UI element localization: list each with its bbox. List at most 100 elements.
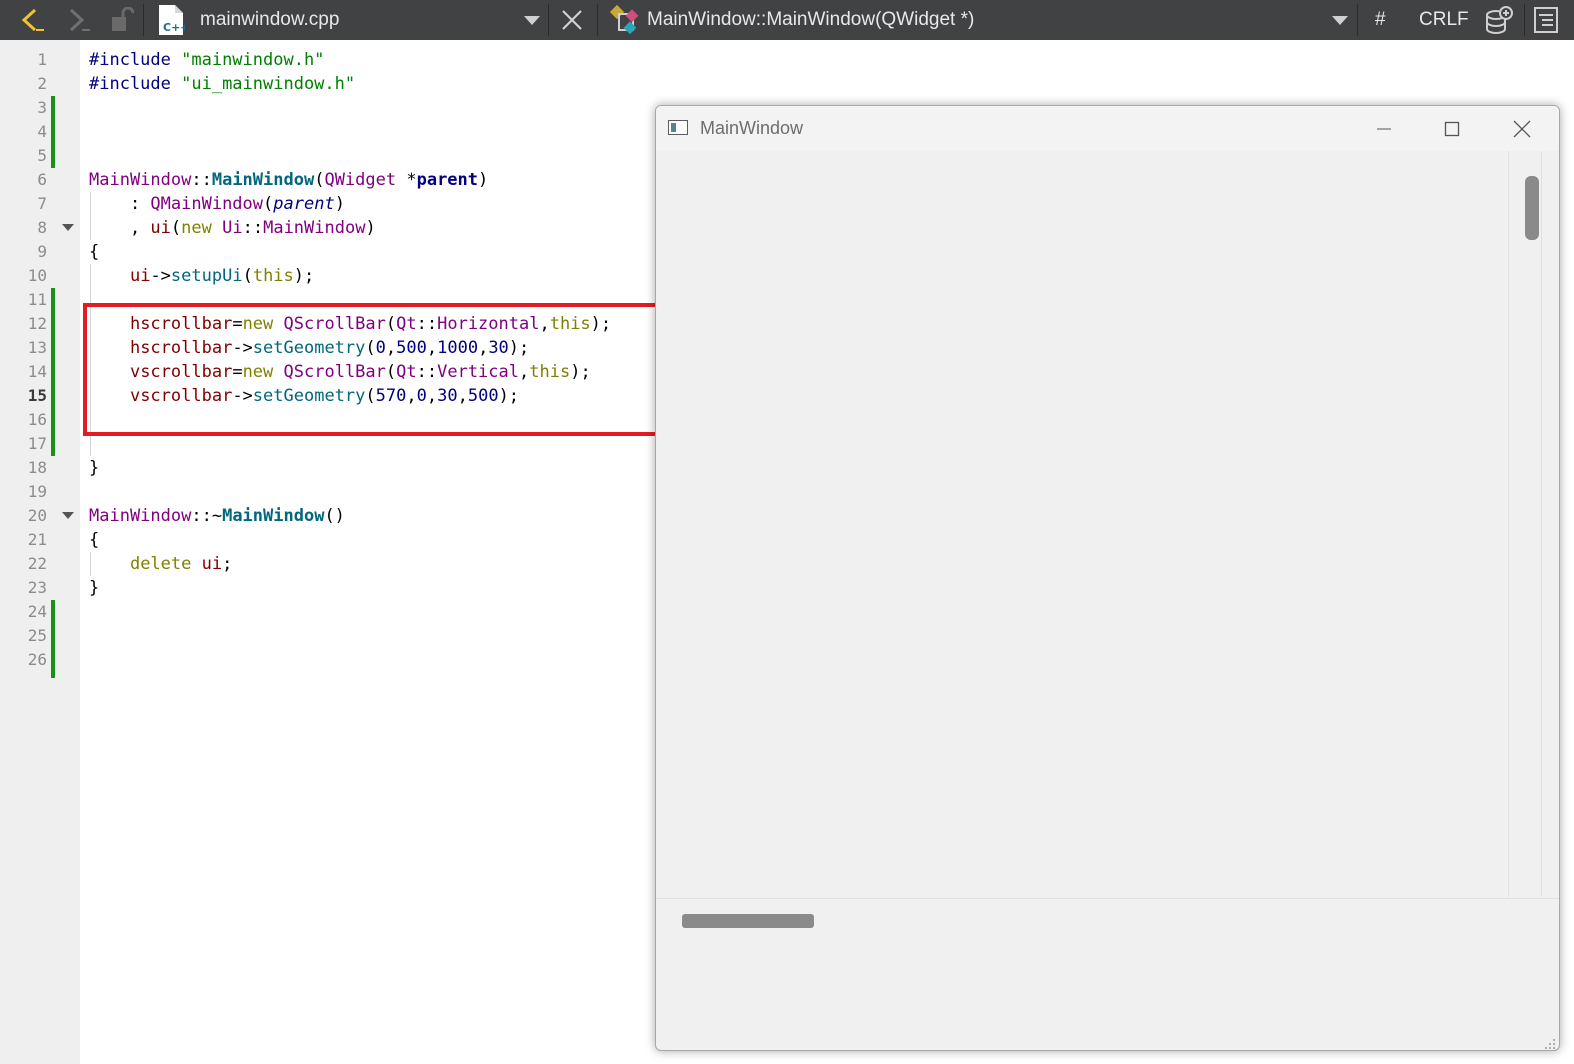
code-token: ; bbox=[222, 554, 233, 574]
code-line[interactable]: : QMainWindow(parent) bbox=[89, 192, 345, 216]
line-number: 10 bbox=[27, 266, 47, 285]
code-token: "mainwindow.h" bbox=[181, 50, 325, 70]
cpp-file-icon: C++ bbox=[156, 0, 186, 40]
horizontal-scrollbar-track[interactable] bbox=[656, 898, 1559, 899]
minimize-icon bbox=[1377, 127, 1391, 130]
line-number: 17 bbox=[27, 434, 47, 453]
code-token: parent bbox=[273, 194, 335, 214]
maximize-icon bbox=[1444, 121, 1460, 136]
horizontal-scrollbar-thumb[interactable] bbox=[682, 914, 814, 928]
code-token: ui bbox=[201, 554, 223, 574]
code-token: ( bbox=[242, 266, 253, 286]
code-token: ::~ bbox=[191, 506, 223, 526]
line-number: 23 bbox=[27, 578, 47, 597]
line-number: 26 bbox=[27, 650, 47, 669]
current-line-number: 15 bbox=[27, 386, 47, 405]
symbol-dropdown-arrow[interactable] bbox=[1330, 0, 1350, 40]
close-button[interactable] bbox=[1488, 106, 1556, 151]
code-token: QMainWindow bbox=[150, 194, 264, 214]
code-token: } bbox=[89, 458, 100, 478]
line-number: 9 bbox=[37, 242, 47, 261]
line-number: 3 bbox=[37, 98, 47, 117]
symbol-icon bbox=[608, 0, 642, 40]
line-number: 1 bbox=[37, 50, 47, 69]
main-window-preview: MainWindow bbox=[655, 105, 1560, 1051]
code-token: #include bbox=[89, 74, 182, 94]
code-token: MainWindow bbox=[89, 170, 192, 190]
code-line[interactable]: ui->setupUi(this); bbox=[89, 264, 314, 288]
svg-text:C++: C++ bbox=[163, 21, 185, 34]
code-token: new bbox=[181, 218, 212, 238]
code-token: "ui_mainwindow.h" bbox=[181, 74, 356, 94]
code-token: MainWindow bbox=[263, 218, 366, 238]
outline-icon[interactable] bbox=[1530, 0, 1562, 40]
code-line[interactable]: MainWindow::MainWindow(QWidget *parent) bbox=[89, 168, 488, 192]
vertical-scrollbar[interactable] bbox=[1508, 151, 1542, 897]
vertical-scrollbar-thumb[interactable] bbox=[1525, 176, 1539, 240]
code-token: Ui bbox=[222, 218, 243, 238]
app-window-icon bbox=[668, 120, 688, 135]
editor-toolbar: C++ mainwindow.cpp MainWindow::MainWindo… bbox=[0, 0, 1574, 40]
fold-arrow-icon[interactable] bbox=[62, 224, 74, 231]
code-token: { bbox=[89, 530, 100, 550]
forward-arrow-icon[interactable] bbox=[60, 0, 94, 40]
line-number: 13 bbox=[27, 338, 47, 357]
line-number: 2 bbox=[37, 74, 47, 93]
code-token: ) bbox=[365, 218, 376, 238]
line-number: 12 bbox=[27, 314, 47, 333]
code-token: , bbox=[89, 218, 151, 238]
code-line[interactable]: { bbox=[89, 240, 99, 264]
code-token: ) bbox=[334, 194, 345, 214]
window-title: MainWindow bbox=[700, 118, 804, 138]
code-line[interactable]: #include "mainwindow.h" bbox=[89, 48, 324, 72]
code-line[interactable]: } bbox=[89, 456, 99, 480]
code-token: { bbox=[89, 242, 100, 262]
code-line[interactable]: } bbox=[89, 576, 99, 600]
line-ending-selector[interactable]: CRLF bbox=[1419, 0, 1469, 40]
change-marker bbox=[51, 96, 55, 168]
line-number: 11 bbox=[27, 290, 47, 309]
window-titlebar[interactable]: MainWindow bbox=[656, 106, 1559, 151]
line-number: 21 bbox=[27, 530, 47, 549]
lock-icon[interactable] bbox=[108, 0, 136, 40]
code-token: () bbox=[324, 506, 345, 526]
code-token: } bbox=[89, 578, 100, 598]
file-dropdown-arrow[interactable] bbox=[522, 0, 542, 40]
line-number: 19 bbox=[27, 482, 47, 501]
line-number: 6 bbox=[37, 170, 47, 189]
code-token: parent bbox=[416, 170, 479, 190]
code-token: ui bbox=[150, 218, 171, 238]
code-token: MainWindow bbox=[89, 506, 192, 526]
code-line[interactable]: #include "ui_mainwindow.h" bbox=[89, 72, 355, 96]
line-number: 8 bbox=[37, 218, 47, 237]
code-token: delete bbox=[129, 554, 192, 574]
current-symbol[interactable]: MainWindow::MainWindow(QWidget *) bbox=[647, 0, 974, 40]
code-token: ) bbox=[478, 170, 489, 190]
code-token: :: bbox=[191, 170, 212, 190]
line-number: 16 bbox=[27, 410, 47, 429]
code-token: -> bbox=[150, 266, 171, 286]
back-arrow-icon[interactable] bbox=[14, 0, 48, 40]
line-number: 7 bbox=[37, 194, 47, 213]
line-number: 25 bbox=[27, 626, 47, 645]
maximize-button[interactable] bbox=[1418, 106, 1486, 151]
line-number: 20 bbox=[27, 506, 47, 525]
code-token: QWidget bbox=[324, 170, 397, 190]
code-token: setupUi bbox=[170, 266, 243, 286]
code-line[interactable]: delete ui; bbox=[89, 552, 232, 576]
code-line[interactable]: MainWindow::~MainWindow() bbox=[89, 504, 345, 528]
resize-grip-icon[interactable] bbox=[1544, 1035, 1556, 1049]
code-line[interactable]: { bbox=[89, 528, 99, 552]
file-name[interactable]: mainwindow.cpp bbox=[200, 0, 339, 40]
database-icon[interactable] bbox=[1482, 0, 1516, 40]
hash-button[interactable]: # bbox=[1375, 0, 1386, 40]
close-icon[interactable] bbox=[558, 0, 586, 40]
code-token: #include bbox=[89, 50, 182, 70]
fold-arrow-icon[interactable] bbox=[62, 512, 74, 519]
code-line[interactable]: , ui(new Ui::MainWindow) bbox=[89, 216, 376, 240]
minimize-button[interactable] bbox=[1350, 106, 1418, 151]
code-token: * bbox=[396, 170, 417, 190]
